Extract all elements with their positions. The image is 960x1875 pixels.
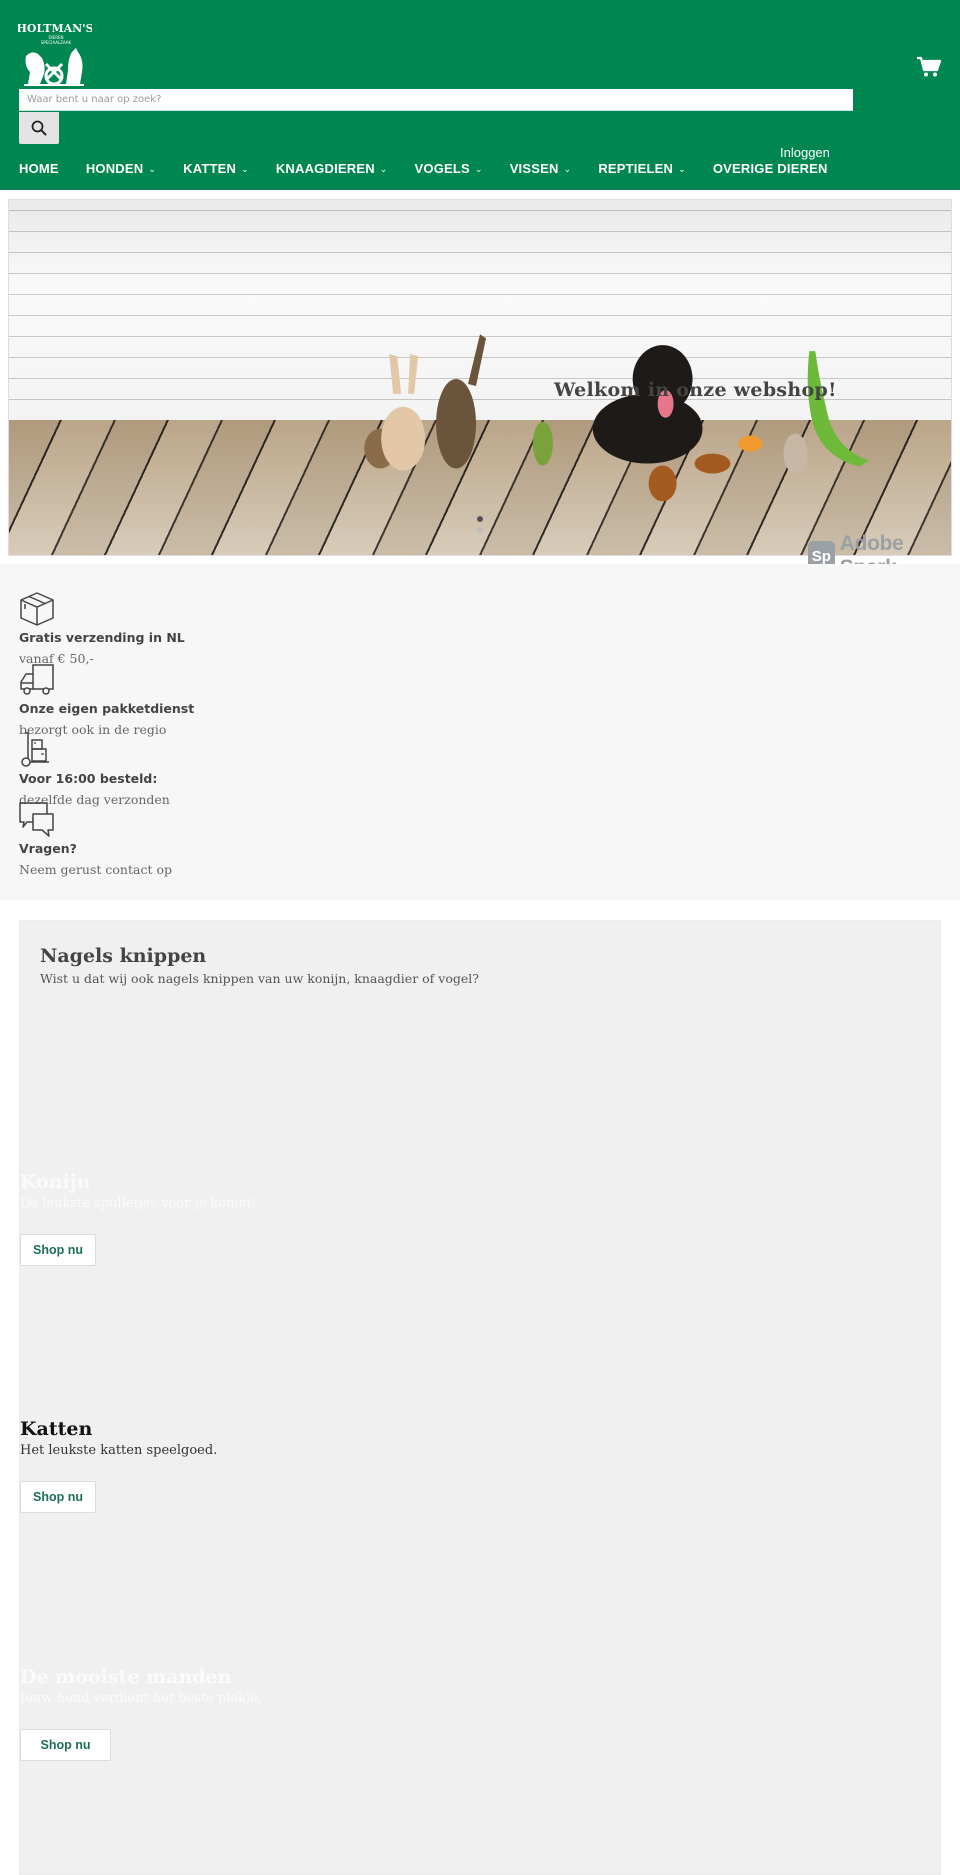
feature-same-day-shipping: Voor 16:00 besteld: dezelfde dag verzond…	[19, 732, 170, 807]
chevron-down-icon: ⌄	[563, 163, 572, 174]
chevron-down-icon: ⌄	[474, 163, 483, 174]
chevron-down-icon: ⌄	[241, 163, 249, 174]
cart-icon	[917, 56, 942, 77]
promo-title: Nagels knippen	[40, 945, 207, 967]
nav-item-reptielen[interactable]: REPTIELEN ⌄	[598, 161, 686, 176]
logo-sub-text-2: SPECIAALZAAK	[41, 40, 72, 45]
pets-illustration	[364, 334, 870, 502]
shop-now-button[interactable]: Shop nu	[20, 1481, 96, 1513]
tile-subtitle: Het leukste katten speelgoed.	[20, 1443, 218, 1458]
hand-truck-icon	[21, 732, 49, 767]
main-nav: HOME HONDEN ⌄ KATTEN ⌄ KNAAGDIEREN ⌄ VOGELS…	[19, 158, 855, 178]
slider-pagination	[477, 516, 483, 533]
search-input[interactable]	[19, 89, 853, 111]
nav-label: KNAAGDIEREN	[275, 160, 375, 176]
promo-header: Nagels knippen Wist u dat wij ook nagels…	[40, 945, 479, 986]
nav-item-knaagdieren[interactable]: KNAAGDIEREN ⌄	[276, 161, 388, 176]
logo-dog-cat-icon: HOLTMAN'S DIEREN SPECIAALZAAK	[16, 22, 94, 86]
holtmans-logo[interactable]: HOLTMAN'S DIEREN SPECIAALZAAK	[16, 14, 94, 88]
nav-label: KATTEN	[183, 160, 237, 176]
feature-free-shipping: Gratis verzending in NL vanaf € 50,-	[19, 591, 185, 666]
login-link[interactable]: Inloggen	[780, 145, 830, 160]
nav-label: HONDEN	[85, 160, 144, 176]
promo-tile-manden: De mooiste manden Jouw hond verdient het…	[20, 1666, 262, 1761]
tile-subtitle: De leukste spulletjes voor je konijn!	[20, 1196, 257, 1211]
site-header: HOLTMAN'S DIEREN SPECIAALZAAK HOME HONDE…	[0, 0, 960, 190]
cart-button[interactable]	[916, 56, 942, 78]
snake-shape	[807, 351, 870, 467]
feature-subtitle: Neem gerust contact op	[19, 862, 172, 877]
slide-dot-2[interactable]	[477, 527, 483, 533]
feature-contact: Vragen? Neem gerust contact op	[19, 802, 172, 877]
guinea-pig-shape	[783, 433, 808, 474]
promo-tile-konijn: Konijn De leukste spulletjes voor je kon…	[20, 1171, 256, 1266]
logo-brand-text: HOLTMAN'S	[18, 22, 92, 35]
goldfish-shape	[738, 435, 763, 452]
box-icon	[20, 592, 54, 626]
hero-title: Welkom in onze webshop!	[554, 379, 837, 401]
nav-item-vissen[interactable]: VISSEN ⌄	[510, 161, 572, 176]
parrot-shape	[532, 421, 553, 466]
nav-item-vogels[interactable]: VOGELS ⌄	[415, 161, 483, 176]
shop-now-button[interactable]: Shop nu	[20, 1234, 96, 1266]
chat-bubbles-icon	[19, 802, 54, 837]
chevron-down-icon: ⌄	[148, 163, 157, 174]
nav-item-overige-dieren[interactable]: OVERIGE DIEREN	[713, 161, 828, 176]
shop-now-button[interactable]: Shop nu	[20, 1729, 111, 1761]
feature-title: Voor 16:00 besteld:	[19, 771, 158, 786]
nav-label: OVERIGE DIEREN	[712, 160, 828, 176]
feature-title: Vragen?	[19, 841, 77, 856]
search-button[interactable]	[19, 112, 59, 144]
tile-subtitle: Jouw hond verdient het beste plekje.	[20, 1691, 262, 1706]
tile-title: Katten	[20, 1418, 93, 1440]
slide-dot-1[interactable]	[477, 516, 483, 522]
chevron-down-icon: ⌄	[678, 163, 686, 174]
feature-title: Gratis verzending in NL	[19, 630, 185, 645]
cat-shape	[436, 378, 477, 469]
chevron-down-icon: ⌄	[379, 163, 388, 174]
nav-label: VISSEN	[509, 160, 559, 176]
nav-label: HOME	[19, 160, 59, 176]
promo-tile-katten: Katten Het leukste katten speelgoed. Sho…	[20, 1418, 217, 1513]
search-icon	[31, 120, 47, 136]
nav-label: VOGELS	[414, 160, 470, 176]
nav-label: REPTIELEN	[598, 160, 674, 176]
tile-title: Konijn	[20, 1171, 91, 1193]
rabbit-shape	[381, 406, 426, 471]
nav-item-home[interactable]: HOME	[19, 161, 59, 176]
promo-section: Nagels knippen Wist u dat wij ook nagels…	[19, 920, 941, 1875]
nav-item-honden[interactable]: HONDEN ⌄	[86, 161, 156, 176]
truck-icon	[20, 664, 54, 695]
features-section: Gratis verzending in NL vanaf € 50,- Onz…	[0, 564, 960, 900]
tile-title: De mooiste manden	[20, 1666, 232, 1688]
promo-subtitle: Wist u dat wij ook nagels knippen van uw…	[40, 971, 479, 986]
nav-item-katten[interactable]: KATTEN ⌄	[183, 161, 249, 176]
feature-delivery-service: Onze eigen pakketdienst bezorgt ook in d…	[19, 662, 194, 737]
feature-title: Onze eigen pakketdienst	[19, 701, 195, 716]
hero-banner[interactable]: Welkom in onze webshop!	[8, 199, 952, 556]
